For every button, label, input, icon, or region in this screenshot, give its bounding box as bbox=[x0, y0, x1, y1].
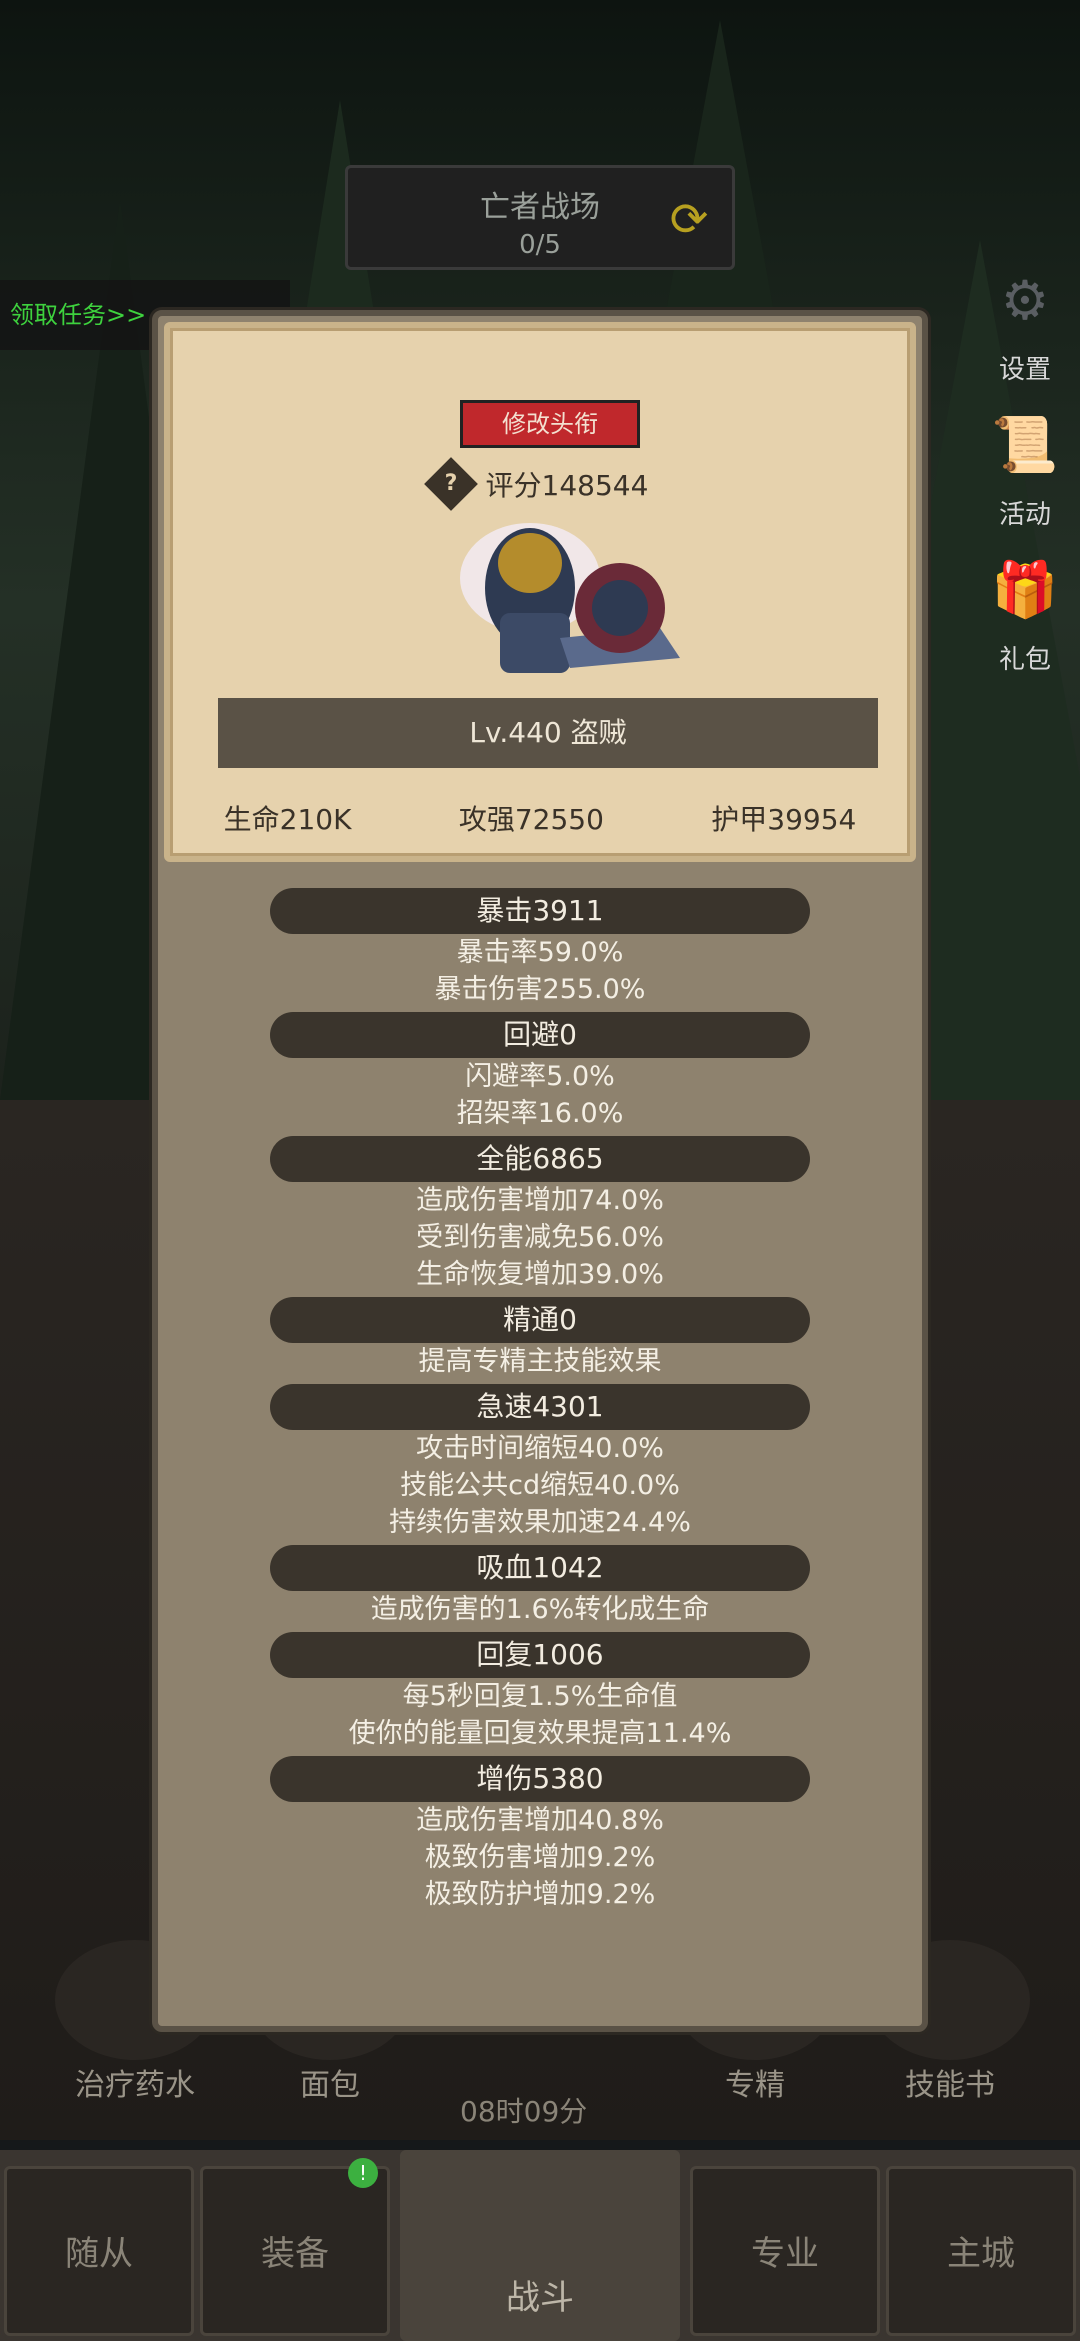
skill-label: 治疗药水 bbox=[75, 2068, 195, 2103]
change-title-button[interactable]: 修改头衔 bbox=[460, 400, 640, 448]
stat-line: 闪避率5.0% bbox=[465, 1061, 615, 1092]
stat-line: 技能公共cd缩短40.0% bbox=[400, 1470, 680, 1501]
tab-profession[interactable]: 专业 bbox=[690, 2166, 880, 2336]
stat-line: 造成伤害的1.6%转化成生命 bbox=[370, 1594, 710, 1625]
skill-label: 面包 bbox=[300, 2068, 360, 2103]
score-row: ? 评分148544 bbox=[170, 457, 910, 511]
stat-header: 暴击3911 bbox=[270, 888, 810, 934]
stat-group-haste: 急速4301 攻击时间缩短40.0% 技能公共cd缩短40.0% 持续伤害效果加… bbox=[158, 1384, 922, 1541]
battle-timer: 08时09分 bbox=[460, 2095, 588, 2128]
hero-portrait bbox=[460, 523, 680, 673]
tab-battle[interactable]: 战斗 bbox=[400, 2150, 680, 2341]
level-class-bar: Lv.440 盗贼 bbox=[218, 698, 878, 768]
stat-group-damage-boost: 增伤5380 造成伤害增加40.8% 极致伤害增加9.2% 极致防护增加9.2% bbox=[158, 1756, 922, 1913]
tab-equipment[interactable]: 装备 bbox=[200, 2166, 390, 2336]
refresh-icon[interactable]: ⟳ bbox=[664, 194, 714, 244]
stat-group-crit: 暴击3911 暴击率59.0% 暴击伤害255.0% bbox=[158, 888, 922, 1008]
stat-line: 招架率16.0% bbox=[456, 1098, 624, 1129]
gift-label: 礼包 bbox=[998, 645, 1051, 675]
dungeon-header[interactable]: 亡者战场 0/5 ⟳ bbox=[345, 165, 735, 270]
stat-line: 造成伤害增加40.8% bbox=[416, 1805, 664, 1836]
stat-line: 每5秒回复1.5%生命值 bbox=[402, 1681, 678, 1712]
stat-header: 回复1006 bbox=[270, 1632, 810, 1678]
character-stats-popup: 修改头衔 ? 评分148544 Lv.440 盗贼 生命210K 攻强72550 … bbox=[152, 310, 928, 2032]
settings-label: 设置 bbox=[998, 355, 1051, 385]
gift-button[interactable]: 🎁 礼包 bbox=[970, 545, 1080, 676]
stat-line: 造成伤害增加74.0% bbox=[416, 1185, 664, 1216]
character-card: 修改头衔 ? 评分148544 Lv.440 盗贼 生命210K 攻强72550 … bbox=[164, 322, 916, 862]
stat-group-lifesteal: 吸血1042 造成伤害的1.6%转化成生命 bbox=[158, 1545, 922, 1628]
stat-group-mastery: 精通0 提高专精主技能效果 bbox=[158, 1297, 922, 1380]
base-stats: 生命210K 攻强72550 护甲39954 bbox=[170, 798, 910, 838]
stat-header: 精通0 bbox=[270, 1297, 810, 1343]
gift-icon: 🎁 bbox=[991, 558, 1059, 621]
stat-group-avoidance: 回避0 闪避率5.0% 招架率16.0% bbox=[158, 1012, 922, 1132]
scroll-icon: 📜 bbox=[991, 413, 1059, 476]
secondary-stats-list: 暴击3911 暴击率59.0% 暴击伤害255.0% 回避0 闪避率5.0% 招… bbox=[158, 888, 922, 1913]
equipment-alert-badge: ! bbox=[348, 2158, 378, 2188]
gear-icon: ⚙ bbox=[1000, 268, 1050, 332]
base-stat-attack: 攻强72550 bbox=[458, 803, 604, 836]
stat-line: 暴击伤害255.0% bbox=[434, 974, 646, 1005]
stat-line: 攻击时间缩短40.0% bbox=[416, 1433, 664, 1464]
battle-tab-label: 战斗 bbox=[506, 2278, 574, 2318]
stat-line: 受到伤害减免56.0% bbox=[416, 1222, 664, 1253]
tab-main-city[interactable]: 主城 bbox=[886, 2166, 1076, 2336]
bottom-navigation: 随从 装备 ! 战斗 专业 主城 bbox=[0, 2150, 1080, 2341]
stat-header: 增伤5380 bbox=[270, 1756, 810, 1802]
activity-button[interactable]: 📜 活动 bbox=[970, 400, 1080, 531]
skill-label: 技能书 bbox=[905, 2068, 995, 2103]
help-icon[interactable]: ? bbox=[423, 457, 478, 511]
score-value: 评分148544 bbox=[485, 469, 649, 502]
stat-group-versatility: 全能6865 造成伤害增加74.0% 受到伤害减免56.0% 生命恢复增加39.… bbox=[158, 1136, 922, 1293]
stat-header: 吸血1042 bbox=[270, 1545, 810, 1591]
settings-button[interactable]: ⚙ 设置 bbox=[970, 255, 1080, 386]
stat-line: 极致防护增加9.2% bbox=[424, 1879, 656, 1910]
stat-line: 极致伤害增加9.2% bbox=[424, 1842, 656, 1873]
activity-label: 活动 bbox=[998, 500, 1051, 530]
stat-header: 全能6865 bbox=[270, 1136, 810, 1182]
skill-label: 专精 bbox=[725, 2068, 785, 2103]
stat-line: 暴击率59.0% bbox=[456, 937, 624, 968]
stat-line: 使你的能量回复效果提高11.4% bbox=[348, 1718, 732, 1749]
stat-group-regen: 回复1006 每5秒回复1.5%生命值 使你的能量回复效果提高11.4% bbox=[158, 1632, 922, 1752]
stat-line: 持续伤害效果加速24.4% bbox=[389, 1507, 691, 1538]
stat-header: 回避0 bbox=[270, 1012, 810, 1058]
tab-followers[interactable]: 随从 bbox=[4, 2166, 194, 2336]
stat-line: 提高专精主技能效果 bbox=[418, 1346, 662, 1377]
base-stat-armor: 护甲39954 bbox=[711, 803, 857, 836]
stat-line: 生命恢复增加39.0% bbox=[416, 1259, 664, 1290]
stat-header: 急速4301 bbox=[270, 1384, 810, 1430]
base-stat-hp: 生命210K bbox=[223, 803, 352, 836]
